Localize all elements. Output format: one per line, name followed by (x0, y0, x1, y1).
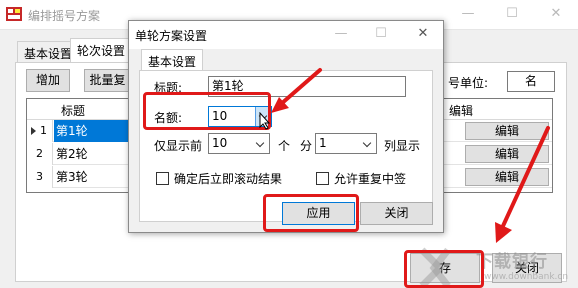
add-button[interactable]: 增加 (26, 69, 70, 92)
columns-value: 1 (319, 136, 327, 150)
main-close-button[interactable]: 关闭 (492, 253, 562, 283)
show-count-value: 10 (212, 136, 228, 150)
app-icon (6, 7, 22, 21)
show-count-combo[interactable]: 10 (208, 133, 270, 154)
apply-button[interactable]: 应用 (282, 202, 355, 225)
dialog-panel: 标题: 第1轮 名额: 10 仅显示前 10 个 分 1 列显示 确定后立即滚动… (139, 70, 433, 225)
round-settings-dialog: 单轮方案设置 — ☐ ✕ 基本设置 标题: 第1轮 名额: 10 仅显示前 10… (128, 20, 444, 233)
columns-label: 列显示 (384, 139, 421, 153)
allow-repeat-checkbox[interactable] (316, 172, 329, 185)
maximize-button[interactable]: ☐ (500, 4, 524, 24)
mouse-cursor-icon (259, 112, 271, 130)
row-header[interactable]: 2 (27, 143, 53, 165)
allow-repeat-label: 允许重复中签 (334, 172, 407, 186)
row-edit-button[interactable]: 编辑 (465, 168, 549, 186)
column-header-title: 标题 (61, 104, 86, 118)
columns-combo[interactable]: 1 (315, 133, 377, 154)
dialog-titlebar: 单轮方案设置 — ☐ ✕ (129, 21, 443, 49)
row-header[interactable]: 1 (27, 120, 53, 142)
title-label: 标题: (154, 81, 183, 95)
autoscroll-label: 确定后立即滚动结果 (174, 172, 283, 186)
quota-value: 10 (212, 109, 228, 123)
dialog-tab-basic[interactable]: 基本设置 (141, 49, 204, 71)
unit-label: 号单位: (448, 76, 489, 90)
show-first-label: 仅显示前 (154, 139, 203, 153)
close-window-button[interactable]: ✕ (544, 4, 568, 24)
unit-fen-label: 分 (300, 139, 313, 153)
main-window-title: 编排摇号方案 (28, 9, 101, 23)
quota-label: 名额: (154, 111, 183, 125)
current-row-icon (31, 127, 36, 135)
title-input[interactable]: 第1轮 (208, 76, 406, 97)
tab-round-settings[interactable]: 轮次设置 (70, 38, 133, 63)
autoscroll-checkbox[interactable] (156, 172, 169, 185)
dialog-close-x-button[interactable]: ✕ (411, 24, 435, 44)
unit-field[interactable]: 名 (507, 71, 555, 92)
save-button[interactable]: 存 (410, 253, 480, 283)
dialog-maximize-button[interactable]: ☐ (369, 24, 393, 44)
minimize-button[interactable]: — (456, 4, 480, 24)
row-edit-button[interactable]: 编辑 (465, 122, 549, 140)
chevron-down-icon[interactable] (253, 134, 269, 153)
row-edit-button[interactable]: 编辑 (465, 145, 549, 163)
column-header-edit: 编辑 (449, 104, 474, 118)
unit-ge-label: 个 (278, 139, 291, 153)
dialog-close-button[interactable]: 关闭 (360, 202, 433, 225)
batch-copy-button[interactable]: 批量复 (84, 69, 130, 92)
chevron-down-icon[interactable] (360, 134, 376, 153)
dialog-minimize-button[interactable]: — (329, 24, 353, 44)
dialog-title: 单轮方案设置 (135, 29, 208, 43)
row-header[interactable]: 3 (27, 166, 53, 188)
